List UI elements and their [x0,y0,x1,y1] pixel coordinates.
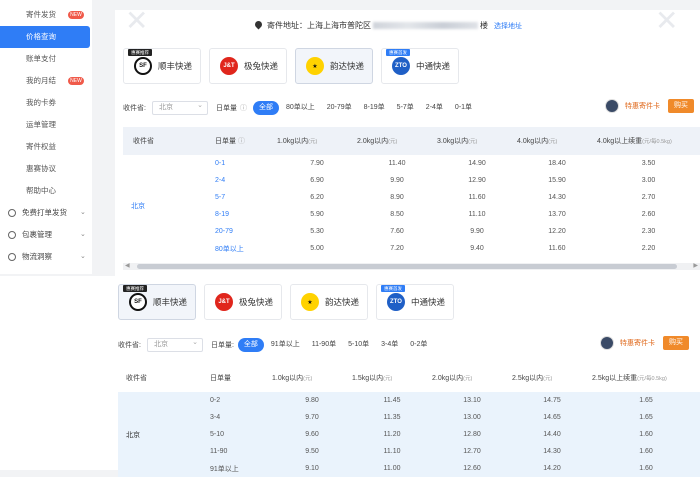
print-icon [8,209,16,217]
help-icon: ⓘ [239,105,247,112]
price-panel-2: 惠赛推荐 SF 顺丰快递 J&T 极兔快递 ★ 韵达快递 惠赛首发 ZTO 中通快递 收件省… [0,276,700,477]
yunda-logo-icon: ★ [306,57,324,75]
chevron-down-icon: ⌄ [80,209,86,216]
sidebar-item-bill-pay[interactable]: 账单支付 [0,48,92,70]
price-table-1: 收件省 日单量 ⓘ 1.0kg以内(元) 2.0kg以内(元) 3.0kg以内(… [123,127,700,257]
filter-bar: 收件省: 北京 日单量ⓘ 全部 80单以上 20-79单 8-19单 5-7单 … [123,100,479,115]
scroll-right-icon[interactable]: ▶ [693,262,698,269]
table-row: 北京 0-1 7.90 11.40 14.90 18.40 3.50 [131,160,656,210]
volume-pill[interactable]: 20-79单 [322,101,357,115]
volume-pill[interactable]: 0-2单 [405,338,432,352]
promo-avatar [600,336,614,350]
carrier-tab-sf[interactable]: 惠赛推荐 SF 顺丰快递 [123,48,201,84]
price-panel-1: ✕ ✕ 寄件地址：上海上海市普陀区楼选择地址 惠赛推荐 SF 顺丰快递 J&T 极兔快… [115,5,700,276]
buy-button[interactable]: 购买 [668,99,694,113]
volume-pill[interactable]: 11-90单 [307,338,341,352]
sf-logo-icon: SF [134,57,152,75]
sender-address: 寄件地址：上海上海市普陀区楼选择地址 [253,19,522,31]
sidebar-item-benefits[interactable]: 寄件权益 [0,136,92,158]
parcel-icon [8,231,16,239]
sidebar-item-agreement[interactable]: 惠赛协议 [0,158,92,180]
redacted-address [373,22,478,30]
help-icon: ⓘ [237,138,245,145]
volume-pill[interactable]: 3-4单 [376,338,403,352]
select-address-link[interactable]: 选择地址 [494,23,522,30]
scroll-left-icon[interactable]: ◀ [125,262,130,269]
sf-logo-icon: SF [129,293,147,311]
sidebar-item-monthly[interactable]: 我的月结 NEW [0,70,92,92]
sidebar-group-insight[interactable]: 物流洞察 ⌄ [0,246,92,268]
volume-pill-all[interactable]: 全部 [252,101,279,115]
sidebar-group-parcels[interactable]: 包裹管理 ⌄ [0,224,92,246]
jt-logo-icon: J&T [220,57,238,75]
zto-logo-icon: ZTO [392,57,410,75]
carrier-tab-yunda[interactable]: ★ 韵达快递 [295,48,373,84]
location-pin-icon [253,19,264,30]
carrier-tabs: 惠赛推荐 SF 顺丰快递 J&T 极兔快递 ★ 韵达快递 惠赛首发 ZTO 中通快递 [123,48,459,84]
table-row: 北京 0-2 9.80 11.45 13.10 14.75 1.65 [118,392,700,477]
scrollbar-thumb[interactable] [137,264,677,269]
horizontal-scrollbar[interactable]: ◀ ▶ [123,263,700,270]
volume-pill[interactable]: 80单以上 [281,101,320,115]
carrier-tab-jt[interactable]: J&T 极兔快递 [209,48,287,84]
table-header: 收件省 日单量 ⓘ 1.0kg以内(元) 2.0kg以内(元) 3.0kg以内(… [123,127,700,155]
sidebar-item-help[interactable]: 帮助中心 [0,180,92,202]
price-table-2: 收件省 日单量 1.0kg以内(元) 1.5kg以内(元) 2.0kg以内(元)… [118,364,700,477]
carrier-tab-zto[interactable]: 惠赛首发 ZTO 中通快递 [381,48,459,84]
promo-avatar [605,99,619,113]
promo-card: 特惠寄件卡 购买 [600,336,689,350]
promo-card: 特惠寄件卡 购买 [605,99,694,113]
carrier-tabs: 惠赛推荐 SF 顺丰快递 J&T 极兔快递 ★ 韵达快递 惠赛首发 ZTO 中通快递 [118,284,454,320]
zto-logo-icon: ZTO [387,293,405,311]
buy-button[interactable]: 购买 [663,336,689,350]
chevron-down-icon: ⌄ [80,231,86,238]
sidebar-item-send[interactable]: 寄件发货 NEW [0,4,92,26]
chevron-down-icon: ⌄ [80,253,86,260]
sidebar-item-coupons[interactable]: 我的卡券 [0,92,92,114]
insight-icon [8,253,16,261]
province-select[interactable]: 北京 [151,100,208,115]
volume-pill[interactable]: 91单以上 [266,338,305,352]
yunda-logo-icon: ★ [301,293,319,311]
carrier-tab-yunda[interactable]: ★ 韵达快递 [290,284,368,320]
volume-pill[interactable]: 5-7单 [392,101,419,115]
sidebar: 寄件发货 NEW 价格查询 账单支付 我的月结 NEW 我的卡券 运单管理 寄件权益… [0,0,92,274]
volume-pill[interactable]: 0-1单 [450,101,477,115]
sidebar-item-price-query[interactable]: 价格查询 [0,26,90,48]
watermark-x: ✕ [125,5,149,36]
sidebar-item-waybills[interactable]: 运单管理 [0,114,92,136]
volume-pill-all[interactable]: 全部 [237,338,264,352]
volume-pill[interactable]: 2-4单 [421,101,448,115]
carrier-tab-zto[interactable]: 惠赛首发 ZTO 中通快递 [376,284,454,320]
filter-bar: 收件省: 北京 日单量: 全部 91单以上 11-90单 5-10单 3-4单 … [118,337,434,352]
volume-pill[interactable]: 5-10单 [343,338,374,352]
volume-pill[interactable]: 8-19单 [359,101,390,115]
carrier-tab-jt[interactable]: J&T 极兔快递 [204,284,282,320]
carrier-tab-sf[interactable]: 惠赛推荐 SF 顺丰快递 [118,284,196,320]
new-badge: NEW [68,11,84,19]
jt-logo-icon: J&T [215,293,233,311]
watermark-x: ✕ [655,5,679,36]
sidebar-group-print[interactable]: 免费打单发货 ⌄ [0,202,92,224]
table-header: 收件省 日单量 1.0kg以内(元) 1.5kg以内(元) 2.0kg以内(元)… [118,364,700,392]
province-select[interactable]: 北京 [146,337,203,352]
new-badge: NEW [68,77,84,85]
